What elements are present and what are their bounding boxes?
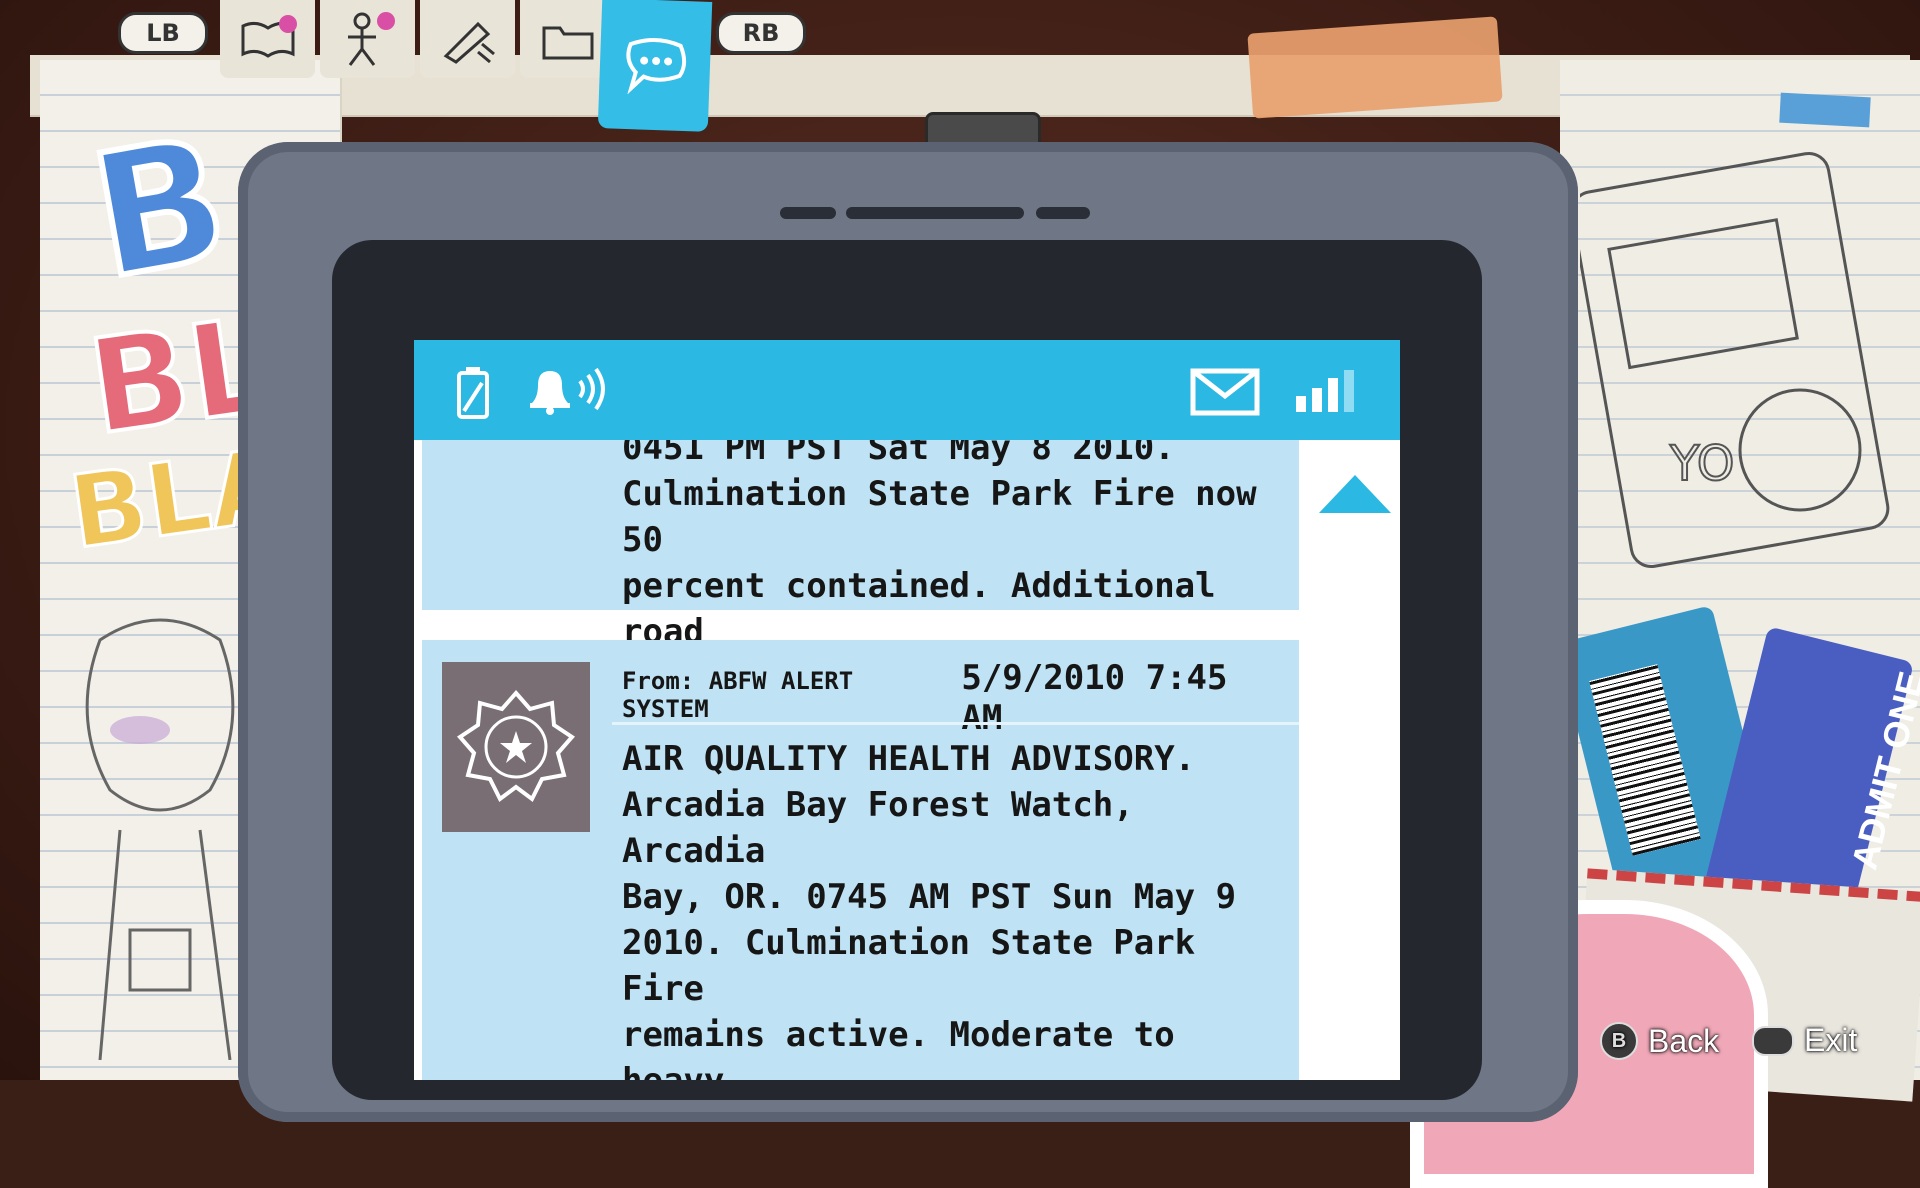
marker-icon <box>443 21 495 64</box>
tab-characters[interactable] <box>320 0 415 78</box>
mail-icon <box>1190 368 1260 416</box>
character-sketch <box>85 618 235 1060</box>
folder-icon <box>542 26 593 60</box>
message-item[interactable]: From: ABFW ALERT SYSTEM 5/9/2010 7:45 AM… <box>422 640 1299 1080</box>
phone-speaker-right <box>1036 207 1090 219</box>
message-timestamp: 5/9/2010 7:45 AM <box>961 658 1228 738</box>
tab-graffiti[interactable] <box>420 0 515 78</box>
back-hint[interactable]: B Back <box>1600 1022 1719 1060</box>
lb-button[interactable]: LB <box>118 12 208 54</box>
open-book-icon <box>241 15 297 58</box>
fire-badge-icon <box>456 689 576 803</box>
message-sender: From: ABFW ALERT SYSTEM <box>622 667 854 723</box>
message-item[interactable]: 0451 PM PST Sat May 8 2010. Culmination … <box>422 440 1299 698</box>
blue-tape <box>1779 92 1871 128</box>
stick-figure-icon <box>347 12 395 66</box>
scroll-up-arrow-icon[interactable] <box>1319 475 1391 513</box>
journal-tab-bar: LB RB <box>110 0 830 132</box>
message-header: From: ABFW ALERT SYSTEM 5/9/2010 7:45 AM <box>622 658 1282 738</box>
view-button-icon <box>1752 1025 1794 1056</box>
camera-sketch: YO <box>1580 151 1890 569</box>
fire-department-avatar <box>442 662 590 832</box>
phone-speaker-center <box>846 207 1024 219</box>
b-button-icon: B <box>1600 1022 1638 1060</box>
rb-button[interactable]: RB <box>716 12 806 54</box>
tab-journal[interactable] <box>220 0 315 78</box>
bell-icon <box>530 367 605 415</box>
battery-icon <box>457 367 489 419</box>
exit-hint[interactable]: Exit <box>1752 1022 1857 1059</box>
phone-speaker-left <box>780 207 836 219</box>
phone-status-bar <box>414 340 1400 440</box>
message-divider <box>612 722 1299 725</box>
phone-screen: 0451 PM PST Sat May 8 2010. Culmination … <box>414 340 1400 1080</box>
orange-tape <box>1247 16 1503 119</box>
message-body: AIR QUALITY HEALTH ADVISORY. Arcadia Bay… <box>622 739 1237 1080</box>
svg-text:YO: YO <box>1669 436 1734 492</box>
tab-messages[interactable] <box>597 0 713 132</box>
signal-icon <box>1296 370 1354 412</box>
back-label: Back <box>1648 1022 1720 1059</box>
message-list[interactable]: 0451 PM PST Sat May 8 2010. Culmination … <box>414 440 1299 1080</box>
exit-label: Exit <box>1804 1022 1858 1058</box>
chat-bubble-icon <box>626 38 687 95</box>
